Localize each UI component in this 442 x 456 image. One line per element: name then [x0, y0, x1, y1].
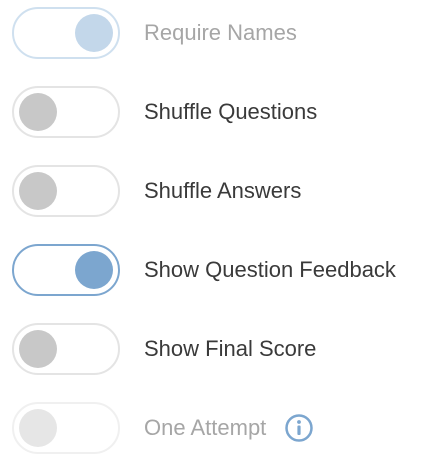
shuffle-questions-toggle[interactable] [12, 86, 120, 138]
setting-shuffle-questions: Shuffle Questions [12, 84, 442, 140]
setting-shuffle-answers: Shuffle Answers [12, 163, 442, 219]
setting-show-final-score: Show Final Score [12, 321, 442, 377]
shuffle-questions-label: Shuffle Questions [144, 99, 318, 124]
toggle-knob [75, 14, 113, 52]
show-question-feedback-toggle[interactable] [12, 244, 120, 296]
toggle-knob [19, 93, 57, 131]
one-attempt-toggle[interactable] [12, 402, 120, 454]
show-final-score-label: Show Final Score [144, 336, 317, 361]
one-attempt-label: One Attempt [144, 415, 267, 440]
require-names-toggle[interactable] [12, 7, 120, 59]
shuffle-answers-toggle[interactable] [12, 165, 120, 217]
toggle-knob [19, 172, 57, 210]
shuffle-answers-label: Shuffle Answers [144, 178, 302, 203]
show-final-score-toggle[interactable] [12, 323, 120, 375]
info-icon[interactable] [284, 413, 314, 443]
require-names-label: Require Names [144, 20, 297, 45]
toggle-knob [75, 251, 113, 289]
setting-one-attempt: One Attempt [12, 400, 442, 456]
setting-show-question-feedback: Show Question Feedback [12, 242, 442, 298]
toggle-knob [19, 330, 57, 368]
show-question-feedback-label: Show Question Feedback [144, 257, 396, 282]
toggle-knob [19, 409, 57, 447]
setting-require-names: Require Names [12, 5, 442, 61]
